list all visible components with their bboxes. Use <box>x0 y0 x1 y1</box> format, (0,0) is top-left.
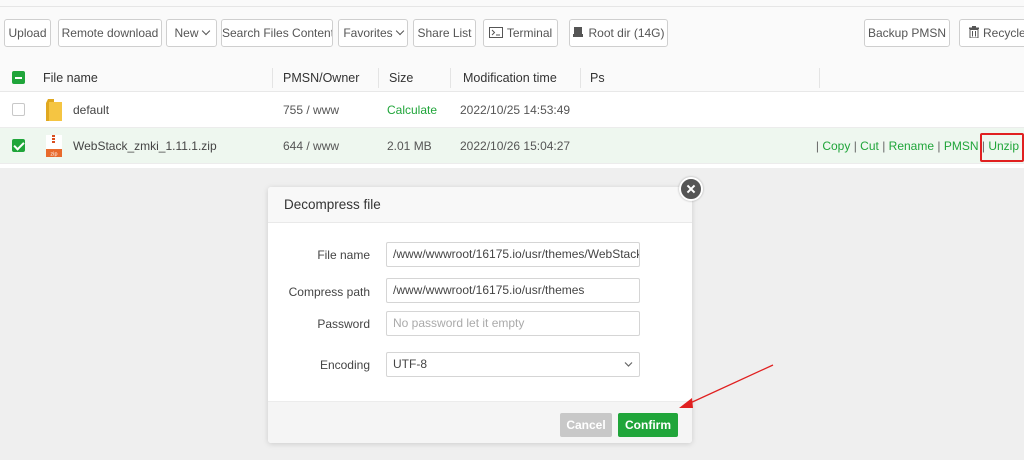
annotation-arrow <box>679 364 774 408</box>
